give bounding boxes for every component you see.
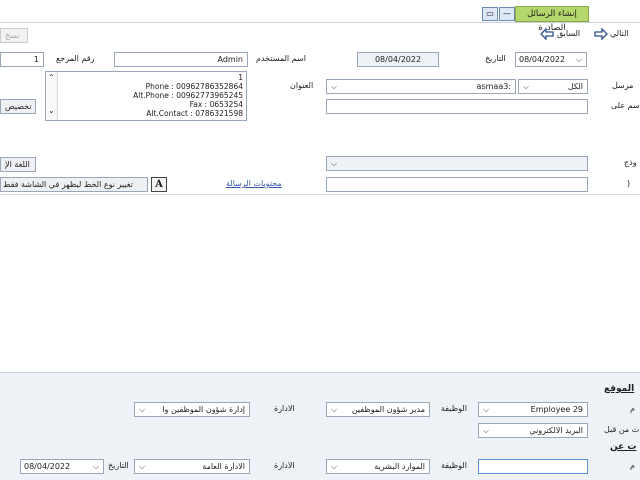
signature-section-title: الموقع [604,384,635,394]
restore-window-button[interactable]: ▭ [482,7,498,21]
font-icon: A [155,179,163,190]
next-label: التالي [610,29,629,38]
sent-to-date-picker[interactable]: ⌵ 08/04/2022 [20,459,104,474]
chevron-down-icon: ⌵ [330,82,338,91]
sender-name-dropdown[interactable]: ⌵ asmaa3: [326,79,516,94]
previous-label: السابق [557,29,581,38]
arrow-right-icon [594,28,608,40]
sent-by-label: ت من قبل [604,425,640,434]
message-contents-link[interactable]: محتويات الرسالة [226,178,282,190]
message-body-editor[interactable] [0,194,640,372]
chevron-down-icon: ⌵ [138,405,146,414]
template-label: وذج [624,158,637,167]
address-line: Alt.Phone : 00962773965245 [133,91,243,100]
chevron-down-icon: ⌵ [330,159,338,168]
arrow-left-icon [540,28,554,40]
window-title-tab[interactable]: إنشاء الرسائل الصادرة [515,6,589,33]
chevron-down-icon: ⌵ [138,462,146,471]
signature-job-dropdown[interactable]: ⌵ مدير شؤون الموظفين [326,402,430,417]
signature-dept-label: الادارة [274,404,295,413]
display-date-field: 08/04/2022 [357,52,439,67]
sent-to-job-dropdown[interactable]: ⌵ الموارد البشرية [326,459,430,474]
username-input[interactable]: Admin [114,52,248,67]
address-line: 1 [238,73,243,82]
scroll-down-icon: ⌄ [48,106,55,115]
sent-to-job-label: الوظيفة [441,461,467,470]
customize-button-label: تخصيص [5,102,32,111]
address-line: Alt.Contact : 0786321598 [146,109,243,118]
address-scrollbar[interactable]: ⌃ ⌄ [46,72,58,120]
reference-number-label: رقم المرجع [56,54,95,63]
signature-job-label: الوظيفة [441,404,467,413]
address-line: Phone : 00962786352864 [145,82,243,91]
next-record-button[interactable]: التالي [594,27,640,41]
language-button-label: اللغة الإ [5,160,30,169]
template-dropdown[interactable]: ⌵ [326,156,588,171]
sent-to-date-label: التاريخ [108,461,129,470]
chevron-down-icon: ⌵ [575,55,583,64]
name-on-label: اسم على [611,101,640,110]
change-font-button-label: تغيير نوع الخط ليظهر في الشاشة فقط [3,180,133,189]
signature-name-dropdown[interactable]: ⌵ Employee 29 [478,402,588,417]
previous-record-button[interactable]: السابق [540,27,590,41]
scroll-up-icon: ⌃ [48,73,55,82]
name-on-input[interactable] [326,99,588,114]
address-listbox[interactable]: ⌃ ⌄ 1 Phone : 00962786352864 Alt.Phone :… [45,71,247,121]
address-line: Fax : 0653254 [189,100,243,109]
chevron-down-icon: ⌵ [92,462,100,471]
chevron-down-icon: ⌵ [482,426,490,435]
minimize-window-button[interactable]: — [499,7,515,21]
font-icon-button[interactable]: A [151,177,167,192]
language-button[interactable]: اللغة الإ [0,157,36,172]
sender-type-dropdown[interactable]: ⌵ الكل [518,79,588,94]
subject-input[interactable] [326,177,588,192]
change-font-button[interactable]: تغيير نوع الخط ليظهر في الشاشة فقط [0,177,148,192]
address-label: العنوان [290,81,314,90]
date-label: التاريخ [485,54,506,63]
sent-to-section-title: ت عن [610,442,637,452]
username-label: اسم المستخدم [256,54,306,63]
copy-button-label: نسخ [5,31,20,40]
chevron-down-icon: ⌵ [522,82,530,91]
chevron-down-icon: ⌵ [482,405,490,414]
sent-to-dept-label: الادارة [274,461,295,470]
sent-by-dropdown[interactable]: ⌵ البريد الالكتروني [478,423,588,438]
customize-button[interactable]: تخصيص [0,99,36,114]
sent-to-dept-dropdown[interactable]: ⌵ الادارة العامة [134,459,250,474]
signature-name-label: م [630,404,635,413]
sent-to-name-label: م [630,461,635,470]
reference-number-input[interactable]: 1 [0,52,44,67]
chevron-down-icon: ⌵ [330,405,338,414]
subject-label: ) [627,179,631,188]
sender-label: مرسل [612,81,634,90]
copy-button[interactable]: نسخ [0,28,28,43]
date-picker[interactable]: 08/04/2022 ⌵ [515,52,587,67]
signature-dept-dropdown[interactable]: ⌵ إدارة شؤون الموظفين وا [134,402,250,417]
chevron-down-icon: ⌵ [330,462,338,471]
title-bar-divider [0,22,640,23]
restore-icon: ▭ [486,9,494,18]
minimize-icon: — [503,9,511,18]
sent-to-name-input[interactable] [478,459,588,474]
